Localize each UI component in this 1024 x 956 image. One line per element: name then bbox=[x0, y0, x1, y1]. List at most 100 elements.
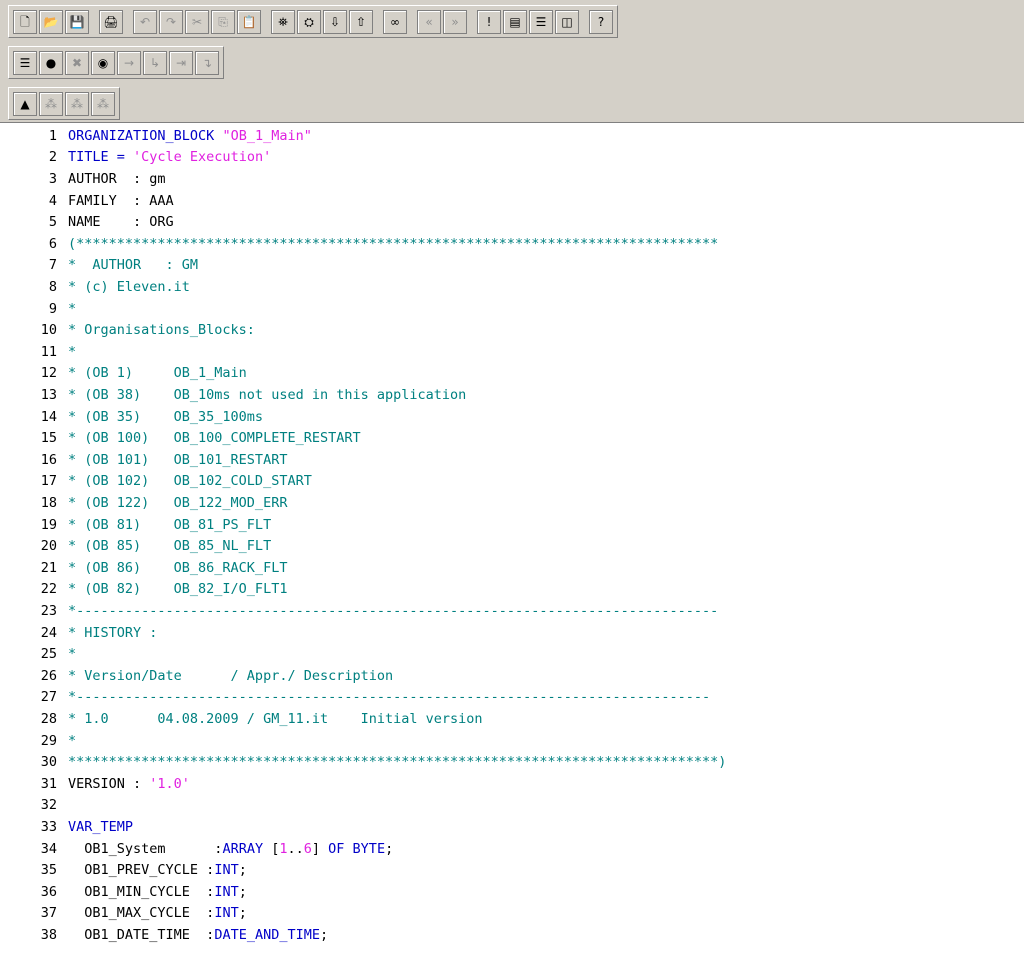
code-line: 33 VAR_TEMP bbox=[0, 816, 133, 838]
line-number: 10 bbox=[40, 322, 57, 339]
code-token: * bbox=[68, 646, 77, 663]
code-line: 22 * (OB 82) OB_82_I/O_FLT1 bbox=[0, 579, 288, 601]
code-token: ; bbox=[238, 883, 247, 900]
undo-button[interactable]: ↶ bbox=[133, 9, 157, 34]
code-token: * (OB 122) OB_122_MOD_ERR bbox=[68, 494, 288, 511]
line-number: 15 bbox=[40, 430, 57, 447]
code-token: INT bbox=[214, 883, 239, 900]
bp-button[interactable]: ● bbox=[39, 50, 63, 75]
nextbp-button[interactable]: → bbox=[117, 50, 141, 75]
line-number: 21 bbox=[40, 559, 57, 576]
line-number: 35 bbox=[40, 862, 57, 879]
line-number: 7 bbox=[48, 257, 57, 274]
findnext-button[interactable]: ⛭ bbox=[297, 9, 321, 34]
line-code: * (OB 82) OB_82_I/O_FLT1 bbox=[57, 581, 287, 597]
next-bookmark-icon: » bbox=[451, 14, 459, 29]
line-code: * 1.0 04.08.2009 / GM_11.it Initial vers… bbox=[57, 711, 483, 727]
code-token: * bbox=[68, 300, 77, 317]
code-line: 23 *-------------------------------------… bbox=[0, 600, 718, 622]
cmp3-button[interactable]: ⁂ bbox=[65, 91, 89, 116]
line-code: ORGANIZATION_BLOCK "OB_1_Main" bbox=[57, 128, 312, 144]
line-code: TITLE = 'Cycle Execution' bbox=[57, 149, 271, 165]
save-button[interactable]: 💾 bbox=[65, 9, 89, 34]
code-line: 2 TITLE = 'Cycle Execution' bbox=[0, 147, 271, 169]
cmp2-button[interactable]: ⁂ bbox=[39, 91, 63, 116]
code-token: TITLE = bbox=[68, 149, 134, 166]
download-button[interactable]: ⇩ bbox=[323, 9, 347, 34]
code-line: 1 ORGANIZATION_BLOCK "OB_1_Main" bbox=[0, 125, 312, 147]
line-code: OB1_MIN_CYCLE :INT; bbox=[57, 884, 247, 900]
copy-icon: ⎘ bbox=[218, 14, 228, 29]
line-number: 28 bbox=[40, 710, 57, 727]
line-number: 16 bbox=[40, 451, 57, 468]
cmp4-button[interactable]: ⁂ bbox=[91, 91, 115, 116]
upload-button[interactable]: ⇧ bbox=[349, 9, 373, 34]
step-out-icon: ↴ bbox=[201, 55, 213, 70]
code-line: 36 OB1_MIN_CYCLE :INT; bbox=[0, 881, 247, 903]
line-code: * Version/Date / Appr./ Description bbox=[57, 668, 393, 684]
save-icon: 💾 bbox=[69, 14, 85, 29]
line-number: 5 bbox=[48, 214, 57, 231]
code-editor[interactable]: 1 ORGANIZATION_BLOCK "OB_1_Main" 2 TITLE = … bbox=[0, 123, 1024, 956]
monitor-button[interactable]: ∞ bbox=[383, 9, 407, 34]
redo-icon: ↷ bbox=[165, 14, 177, 29]
line-number: 37 bbox=[40, 905, 57, 922]
code-token: ] bbox=[311, 840, 329, 857]
cmp1-button[interactable]: ▲ bbox=[13, 91, 37, 116]
list-button[interactable]: ☰ bbox=[13, 50, 37, 75]
cut-button[interactable]: ✂ bbox=[185, 9, 209, 34]
code-token: AUTHOR : gm bbox=[68, 170, 166, 187]
code-token: "OB_1_Main" bbox=[222, 127, 312, 144]
print-button[interactable]: 🖨 bbox=[99, 9, 123, 34]
help-button[interactable]: ? bbox=[589, 9, 613, 34]
split-horizontal-icon: ☰ bbox=[535, 14, 547, 29]
code-token: OB1_MAX_CYCLE : bbox=[68, 905, 215, 922]
paste-icon: 📋 bbox=[241, 14, 257, 29]
code-line: 10 * Organisations_Blocks: bbox=[0, 319, 255, 341]
code-token: ; bbox=[238, 905, 247, 922]
excl-button[interactable]: ! bbox=[477, 9, 501, 34]
redo-button[interactable]: ↷ bbox=[159, 9, 183, 34]
line-number: 30 bbox=[40, 754, 57, 771]
stepover-button[interactable]: ↳ bbox=[143, 50, 167, 75]
compile-check-icon: ⁂ bbox=[97, 96, 109, 111]
line-number: 19 bbox=[40, 516, 57, 533]
code-token: * AUTHOR : GM bbox=[68, 257, 199, 274]
line-code: FAMILY : AAA bbox=[57, 193, 174, 209]
open-button[interactable]: 📂 bbox=[39, 9, 63, 34]
code-line: 16 * (OB 101) OB_101_RESTART bbox=[0, 449, 288, 471]
bpact-button[interactable]: ◉ bbox=[91, 50, 115, 75]
line-number: 24 bbox=[40, 624, 57, 641]
find-button[interactable]: ⛯ bbox=[271, 9, 295, 34]
overview-button[interactable]: ▤ bbox=[503, 9, 527, 34]
code-line: 31 VERSION : '1.0' bbox=[0, 773, 190, 795]
printer-icon: 🖨 bbox=[103, 14, 119, 29]
code-token: 6 bbox=[303, 840, 312, 857]
line-number: 1 bbox=[48, 127, 57, 144]
code-token: ARRAY bbox=[222, 840, 272, 857]
splitv-button[interactable]: ◫ bbox=[555, 9, 579, 34]
overview-window-icon: ▤ bbox=[509, 14, 521, 29]
code-token: FAMILY : AAA bbox=[68, 192, 174, 209]
paste-button[interactable]: 📋 bbox=[237, 9, 261, 34]
new-button[interactable]: 🗋 bbox=[13, 9, 37, 34]
line-code: (***************************************… bbox=[57, 236, 718, 252]
prevbm-button[interactable]: « bbox=[417, 9, 441, 34]
line-number: 9 bbox=[48, 300, 57, 317]
splith-button[interactable]: ☰ bbox=[529, 9, 553, 34]
code-token: OB1_MIN_CYCLE : bbox=[68, 883, 215, 900]
upload-icon: ⇧ bbox=[355, 14, 367, 29]
line-code: * bbox=[57, 344, 76, 360]
copy-button[interactable]: ⎘ bbox=[211, 9, 235, 34]
cut-icon: ✂ bbox=[191, 14, 203, 29]
stepout-button[interactable]: ↴ bbox=[195, 50, 219, 75]
delbp-button[interactable]: ✖ bbox=[65, 50, 89, 75]
code-line: 35 OB1_PREV_CYCLE :INT; bbox=[0, 859, 247, 881]
code-token: ; bbox=[385, 840, 394, 857]
code-token: * (OB 38) OB_10ms not used in this appli… bbox=[68, 386, 467, 403]
compile-icon: ▲ bbox=[20, 96, 30, 111]
nextbm-button[interactable]: » bbox=[443, 9, 467, 34]
stepin-button[interactable]: ⇥ bbox=[169, 50, 193, 75]
line-code: OB1_System :ARRAY [1..6] OF BYTE; bbox=[57, 841, 393, 857]
line-code: ****************************************… bbox=[57, 754, 726, 770]
